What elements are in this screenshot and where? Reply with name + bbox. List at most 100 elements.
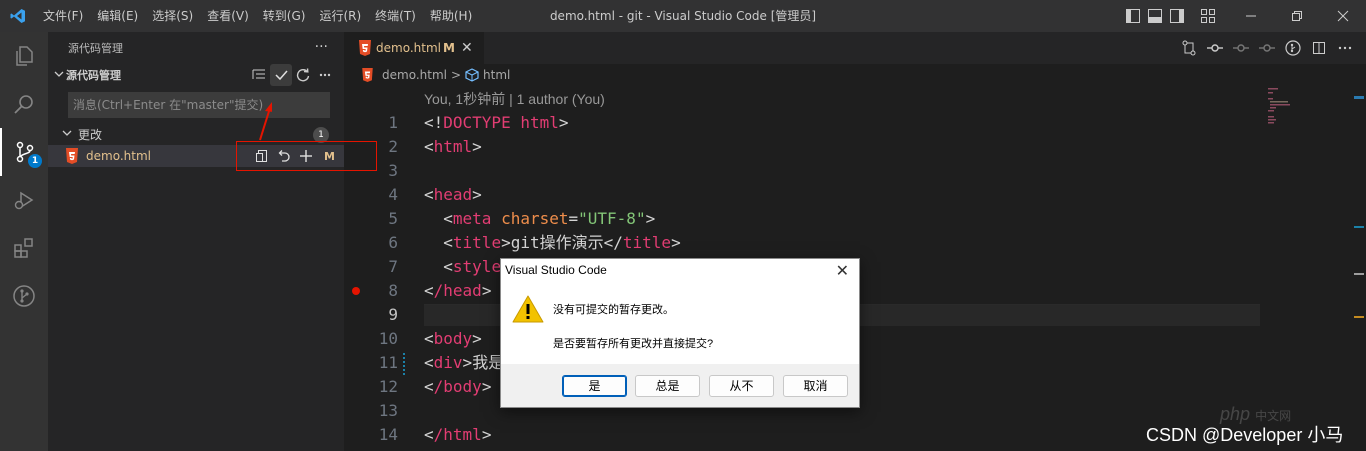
cancel-button[interactable]: 取消	[783, 375, 848, 397]
always-button[interactable]: 总是	[635, 375, 700, 397]
gutter-change-marker	[403, 353, 406, 375]
search-icon[interactable]	[0, 80, 48, 128]
menu-help[interactable]: 帮助(H)	[423, 0, 479, 32]
view-as-tree-icon[interactable]	[248, 64, 270, 86]
menu-terminal[interactable]: 终端(T)	[368, 0, 423, 32]
breadcrumb-file[interactable]: demo.html	[382, 68, 447, 82]
line-number: 13	[378, 401, 398, 420]
html5-file-icon	[359, 40, 371, 56]
dialog-detail: 是否要暂存所有更改并直接提交?	[553, 338, 714, 350]
breadcrumb: demo.html > html	[344, 64, 510, 86]
more-actions-icon[interactable]: ···	[315, 32, 328, 62]
toggle-panel-icon[interactable]	[1144, 0, 1166, 32]
git-graph-icon[interactable]	[0, 272, 48, 320]
symbol-element-icon	[465, 68, 479, 82]
dialog-message: 没有可提交的暂存更改。	[553, 304, 674, 316]
split-editor-icon[interactable]	[1306, 32, 1332, 64]
code-line-ghost[interactable]: Y	[424, 303, 511, 327]
line-number: 4	[388, 185, 398, 204]
refresh-icon[interactable]	[292, 64, 314, 86]
git-commit-icon[interactable]	[1202, 32, 1228, 64]
git-blame-codelens[interactable]: You, 1秒钟前 | 1 author (You)	[424, 89, 605, 109]
vscode-logo-icon	[0, 0, 36, 32]
menu-view[interactable]: 查看(V)	[200, 0, 256, 32]
line-number: 9	[388, 305, 398, 324]
code-line[interactable]: <body>	[424, 327, 482, 351]
more-actions-icon[interactable]	[1332, 32, 1358, 64]
menu-selection[interactable]: 选择(S)	[145, 0, 200, 32]
close-window-icon[interactable]	[1320, 0, 1366, 32]
close-tab-icon[interactable]: ✕	[461, 32, 473, 64]
breakpoint-icon[interactable]	[352, 287, 360, 295]
menu-edit[interactable]: 编辑(E)	[90, 0, 145, 32]
chevron-down-icon	[48, 127, 78, 141]
dialog-title: Visual Studio Code	[505, 263, 607, 277]
line-number: 8	[388, 281, 398, 300]
line-number: 6	[388, 233, 398, 252]
minimize-icon[interactable]	[1228, 0, 1274, 32]
warning-icon	[512, 295, 544, 323]
line-number: 2	[388, 137, 398, 156]
code-line[interactable]: <div>我是	[424, 351, 504, 375]
customize-layout-icon[interactable]	[1188, 0, 1228, 32]
code-line[interactable]: <!DOCTYPE html>	[424, 111, 569, 135]
previous-commit-icon[interactable]	[1228, 32, 1254, 64]
chevron-down-icon	[48, 69, 66, 82]
breadcrumb-separator: >	[450, 68, 462, 82]
window-controls	[1122, 0, 1366, 32]
changed-file-name: demo.html	[86, 149, 151, 163]
line-number: 14	[378, 425, 398, 444]
scm-section-label: 源代码管理	[66, 69, 121, 82]
dialog-footer: 是 总是 从不 取消	[501, 364, 859, 407]
editor-tab-bar: demo.html M ✕	[344, 32, 1366, 64]
commit-message-input[interactable]: 消息(Ctrl+Enter 在"master"提交)	[68, 92, 330, 118]
code-line[interactable]: <html>	[424, 135, 482, 159]
scm-section-header[interactable]: 源代码管理	[48, 64, 344, 86]
activity-bar: 1	[0, 32, 48, 451]
open-changes-icon[interactable]	[1176, 32, 1202, 64]
menu-go[interactable]: 转到(G)	[256, 0, 313, 32]
code-line[interactable]: <style	[424, 255, 501, 279]
vertical-scrollbar[interactable]	[1352, 86, 1366, 451]
restore-icon[interactable]	[1274, 0, 1320, 32]
title-bar: 文件(F) 编辑(E) 选择(S) 查看(V) 转到(G) 运行(R) 终端(T…	[0, 0, 1366, 32]
code-line[interactable]: <meta charset="UTF-8">	[424, 207, 655, 231]
toggle-secondary-sidebar-icon[interactable]	[1166, 0, 1188, 32]
menu-run[interactable]: 运行(R)	[312, 0, 368, 32]
close-icon[interactable]: ✕	[836, 261, 849, 281]
source-control-icon[interactable]: 1	[0, 128, 48, 176]
commit-checkmark-icon[interactable]	[270, 64, 292, 86]
scm-badge: 1	[28, 154, 42, 168]
line-number: 11	[378, 353, 398, 372]
next-commit-icon[interactable]	[1254, 32, 1280, 64]
editor-actions	[1176, 32, 1358, 64]
tab-demo-html[interactable]: demo.html M ✕	[344, 32, 484, 64]
changes-label: 更改	[78, 127, 103, 142]
sidebar-title-label: 源代码管理	[68, 42, 123, 55]
html5-file-icon	[66, 148, 78, 164]
toggle-sidebar-icon[interactable]	[1122, 0, 1144, 32]
scm-actions	[248, 64, 336, 86]
line-number: 10	[378, 329, 398, 348]
minimap[interactable]	[1260, 86, 1350, 451]
code-line[interactable]: </html>	[424, 423, 491, 447]
menu-file[interactable]: 文件(F)	[36, 0, 90, 32]
line-number: 12	[378, 377, 398, 396]
git-graph-icon[interactable]	[1280, 32, 1306, 64]
code-line[interactable]: <title>git操作演示</title>	[424, 231, 680, 255]
more-actions-icon[interactable]	[314, 64, 336, 86]
breadcrumb-node[interactable]: html	[483, 68, 510, 82]
tab-label: demo.html	[376, 41, 441, 55]
code-line[interactable]: </body>	[424, 375, 491, 399]
code-line[interactable]: <head>	[424, 183, 482, 207]
explorer-icon[interactable]	[0, 32, 48, 80]
tab-status-badge: M	[443, 41, 455, 55]
yes-button[interactable]: 是	[562, 375, 627, 397]
run-debug-icon[interactable]	[0, 176, 48, 224]
line-number: 7	[388, 257, 398, 276]
confirm-dialog: Visual Studio Code ✕ 没有可提交的暂存更改。 是否要暂存所有…	[500, 258, 860, 408]
sidebar-title: 源代码管理 ···	[48, 32, 344, 64]
never-button[interactable]: 从不	[709, 375, 774, 397]
extensions-icon[interactable]	[0, 224, 48, 272]
code-line[interactable]: </head>	[424, 279, 491, 303]
